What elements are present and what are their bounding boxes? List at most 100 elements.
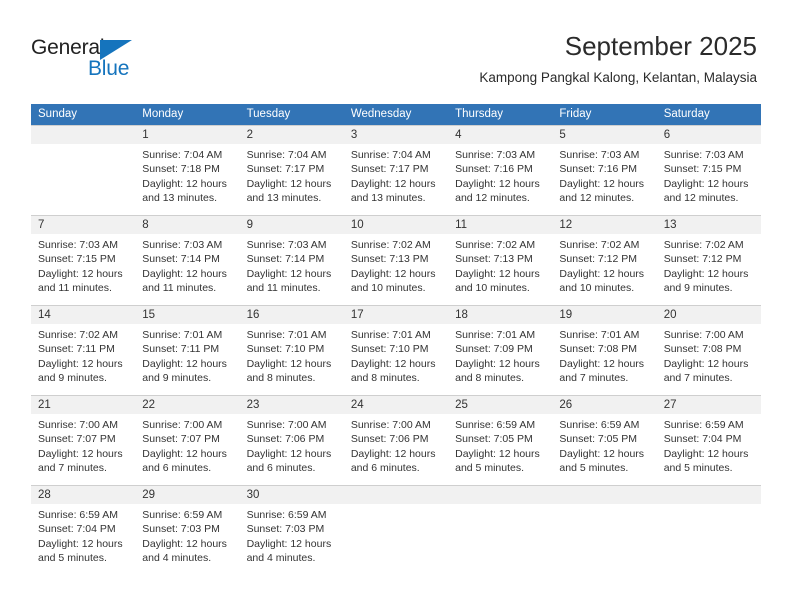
day-cell[interactable]: Sunrise: 7:03 AM Sunset: 7:16 PM Dayligh… — [552, 144, 656, 215]
day-cell[interactable]: Sunrise: 6:59 AM Sunset: 7:05 PM Dayligh… — [552, 414, 656, 485]
day-number[interactable]: 18 — [448, 306, 552, 324]
daylight-text-line2: and 11 minutes. — [142, 282, 217, 295]
day-number[interactable]: 15 — [135, 306, 239, 324]
day-number[interactable]: 29 — [135, 486, 239, 504]
day-cell[interactable]: Sunrise: 7:00 AM Sunset: 7:07 PM Dayligh… — [135, 414, 239, 485]
day-cell[interactable]: Sunrise: 7:01 AM Sunset: 7:08 PM Dayligh… — [552, 324, 656, 395]
day-number[interactable] — [31, 126, 135, 144]
sunrise-text: Sunrise: 7:02 AM — [350, 239, 431, 251]
day-cell[interactable] — [657, 504, 761, 575]
day-number[interactable]: 5 — [552, 126, 656, 144]
sunset-text: Sunset: 7:10 PM — [246, 343, 325, 356]
day-number[interactable]: 13 — [657, 216, 761, 234]
day-cell[interactable]: Sunrise: 7:03 AM Sunset: 7:14 PM Dayligh… — [135, 234, 239, 305]
day-cell[interactable]: Sunrise: 6:59 AM Sunset: 7:04 PM Dayligh… — [657, 414, 761, 485]
sunrise-text: Sunrise: 6:59 AM — [663, 419, 744, 431]
day-cell[interactable]: Sunrise: 6:59 AM Sunset: 7:05 PM Dayligh… — [448, 414, 552, 485]
day-cell[interactable]: Sunrise: 6:59 AM Sunset: 7:03 PM Dayligh… — [135, 504, 239, 575]
day-number[interactable]: 27 — [657, 396, 761, 414]
sunrise-text: Sunrise: 6:59 AM — [455, 419, 536, 431]
daylight-text-line1: Daylight: 12 hours — [142, 267, 227, 280]
day-cell[interactable] — [344, 504, 448, 575]
daylight-text-line2: and 5 minutes. — [663, 462, 733, 475]
day-cell[interactable]: Sunrise: 7:01 AM Sunset: 7:11 PM Dayligh… — [135, 324, 239, 395]
day-number[interactable]: 3 — [344, 126, 448, 144]
day-cell[interactable]: Sunrise: 7:03 AM Sunset: 7:14 PM Dayligh… — [240, 234, 344, 305]
day-number[interactable]: 22 — [135, 396, 239, 414]
day-number[interactable]: 2 — [240, 126, 344, 144]
sunrise-text: Sunrise: 7:04 AM — [142, 149, 223, 161]
sunrise-text: Sunrise: 7:01 AM — [142, 329, 223, 341]
general-blue-logo[interactable]: General Blue — [31, 36, 146, 82]
day-cell[interactable] — [31, 144, 135, 215]
day-number[interactable] — [344, 486, 448, 504]
day-number[interactable]: 17 — [344, 306, 448, 324]
day-number[interactable]: 26 — [552, 396, 656, 414]
day-number[interactable]: 9 — [240, 216, 344, 234]
day-number[interactable]: 14 — [31, 306, 135, 324]
day-cell[interactable]: Sunrise: 7:01 AM Sunset: 7:09 PM Dayligh… — [448, 324, 552, 395]
day-number[interactable]: 4 — [448, 126, 552, 144]
daylight-text-line1: Daylight: 12 hours — [246, 537, 332, 550]
day-number[interactable]: 11 — [448, 216, 552, 234]
day-cell[interactable]: Sunrise: 7:02 AM Sunset: 7:12 PM Dayligh… — [552, 234, 656, 305]
sunrise-text: Sunrise: 7:01 AM — [559, 329, 640, 341]
day-cell[interactable]: Sunrise: 6:59 AM Sunset: 7:03 PM Dayligh… — [240, 504, 344, 575]
day-number[interactable]: 10 — [344, 216, 448, 234]
day-cell[interactable]: Sunrise: 7:02 AM Sunset: 7:13 PM Dayligh… — [344, 234, 448, 305]
day-cell[interactable]: Sunrise: 7:03 AM Sunset: 7:15 PM Dayligh… — [657, 144, 761, 215]
day-cell[interactable] — [448, 504, 552, 575]
weekday-header-tuesday: Tuesday — [246, 108, 291, 120]
day-cell[interactable]: Sunrise: 7:03 AM Sunset: 7:15 PM Dayligh… — [31, 234, 135, 305]
day-cell[interactable]: Sunrise: 7:04 AM Sunset: 7:17 PM Dayligh… — [240, 144, 344, 215]
day-number[interactable]: 6 — [657, 126, 761, 144]
day-number[interactable]: 25 — [448, 396, 552, 414]
calendar-week-row: 7 8 9 10 11 12 13 Sunrise: 7:03 AM Sunse… — [31, 215, 761, 305]
day-number[interactable]: 12 — [552, 216, 656, 234]
day-number[interactable]: 23 — [240, 396, 344, 414]
day-cell[interactable]: Sunrise: 7:04 AM Sunset: 7:18 PM Dayligh… — [135, 144, 239, 215]
sunrise-text: Sunrise: 7:03 AM — [142, 239, 223, 251]
day-cell[interactable] — [552, 504, 656, 575]
day-cell[interactable]: Sunrise: 7:00 AM Sunset: 7:06 PM Dayligh… — [344, 414, 448, 485]
daylight-text-line2: and 6 minutes. — [142, 462, 212, 475]
day-cell[interactable]: Sunrise: 7:02 AM Sunset: 7:13 PM Dayligh… — [448, 234, 552, 305]
day-number[interactable]: 20 — [657, 306, 761, 324]
day-number[interactable] — [448, 486, 552, 504]
day-cell[interactable]: Sunrise: 7:00 AM Sunset: 7:07 PM Dayligh… — [31, 414, 135, 485]
day-number[interactable]: 21 — [31, 396, 135, 414]
daylight-text-line1: Daylight: 12 hours — [142, 177, 227, 190]
day-cell[interactable]: Sunrise: 7:02 AM Sunset: 7:11 PM Dayligh… — [31, 324, 135, 395]
day-cell[interactable]: Sunrise: 6:59 AM Sunset: 7:04 PM Dayligh… — [31, 504, 135, 575]
weekday-header-monday: Monday — [142, 108, 184, 120]
day-number[interactable]: 16 — [240, 306, 344, 324]
daylight-text-line1: Daylight: 12 hours — [142, 447, 227, 460]
day-number[interactable]: 19 — [552, 306, 656, 324]
day-number[interactable]: 8 — [135, 216, 239, 234]
day-number[interactable] — [657, 486, 761, 504]
sunrise-text: Sunrise: 7:02 AM — [559, 239, 640, 251]
day-number[interactable]: 24 — [344, 396, 448, 414]
daylight-text-line2: and 8 minutes. — [246, 372, 316, 385]
day-number[interactable]: 30 — [240, 486, 344, 504]
daylight-text-line1: Daylight: 12 hours — [663, 177, 749, 190]
day-number[interactable]: 28 — [31, 486, 135, 504]
day-cell[interactable]: Sunrise: 7:00 AM Sunset: 7:08 PM Dayligh… — [657, 324, 761, 395]
day-cell[interactable]: Sunrise: 7:01 AM Sunset: 7:10 PM Dayligh… — [344, 324, 448, 395]
day-cell[interactable]: Sunrise: 7:04 AM Sunset: 7:17 PM Dayligh… — [344, 144, 448, 215]
daylight-text-line2: and 9 minutes. — [663, 282, 733, 295]
day-number[interactable]: 1 — [135, 126, 239, 144]
daylight-text-line2: and 13 minutes. — [142, 192, 217, 205]
daylight-text-line1: Daylight: 12 hours — [559, 357, 645, 370]
daylight-text-line1: Daylight: 12 hours — [663, 447, 749, 460]
day-cell[interactable]: Sunrise: 7:01 AM Sunset: 7:10 PM Dayligh… — [240, 324, 344, 395]
day-cell[interactable]: Sunrise: 7:00 AM Sunset: 7:06 PM Dayligh… — [240, 414, 344, 485]
day-cell[interactable]: Sunrise: 7:03 AM Sunset: 7:16 PM Dayligh… — [448, 144, 552, 215]
sunrise-text: Sunrise: 7:01 AM — [350, 329, 431, 341]
day-number[interactable]: 7 — [31, 216, 135, 234]
day-number[interactable] — [552, 486, 656, 504]
sunrise-text: Sunrise: 6:59 AM — [38, 509, 118, 521]
day-cell[interactable]: Sunrise: 7:02 AM Sunset: 7:12 PM Dayligh… — [657, 234, 761, 305]
daylight-text-line2: and 10 minutes. — [559, 282, 635, 295]
daylight-text-line1: Daylight: 12 hours — [246, 447, 332, 460]
